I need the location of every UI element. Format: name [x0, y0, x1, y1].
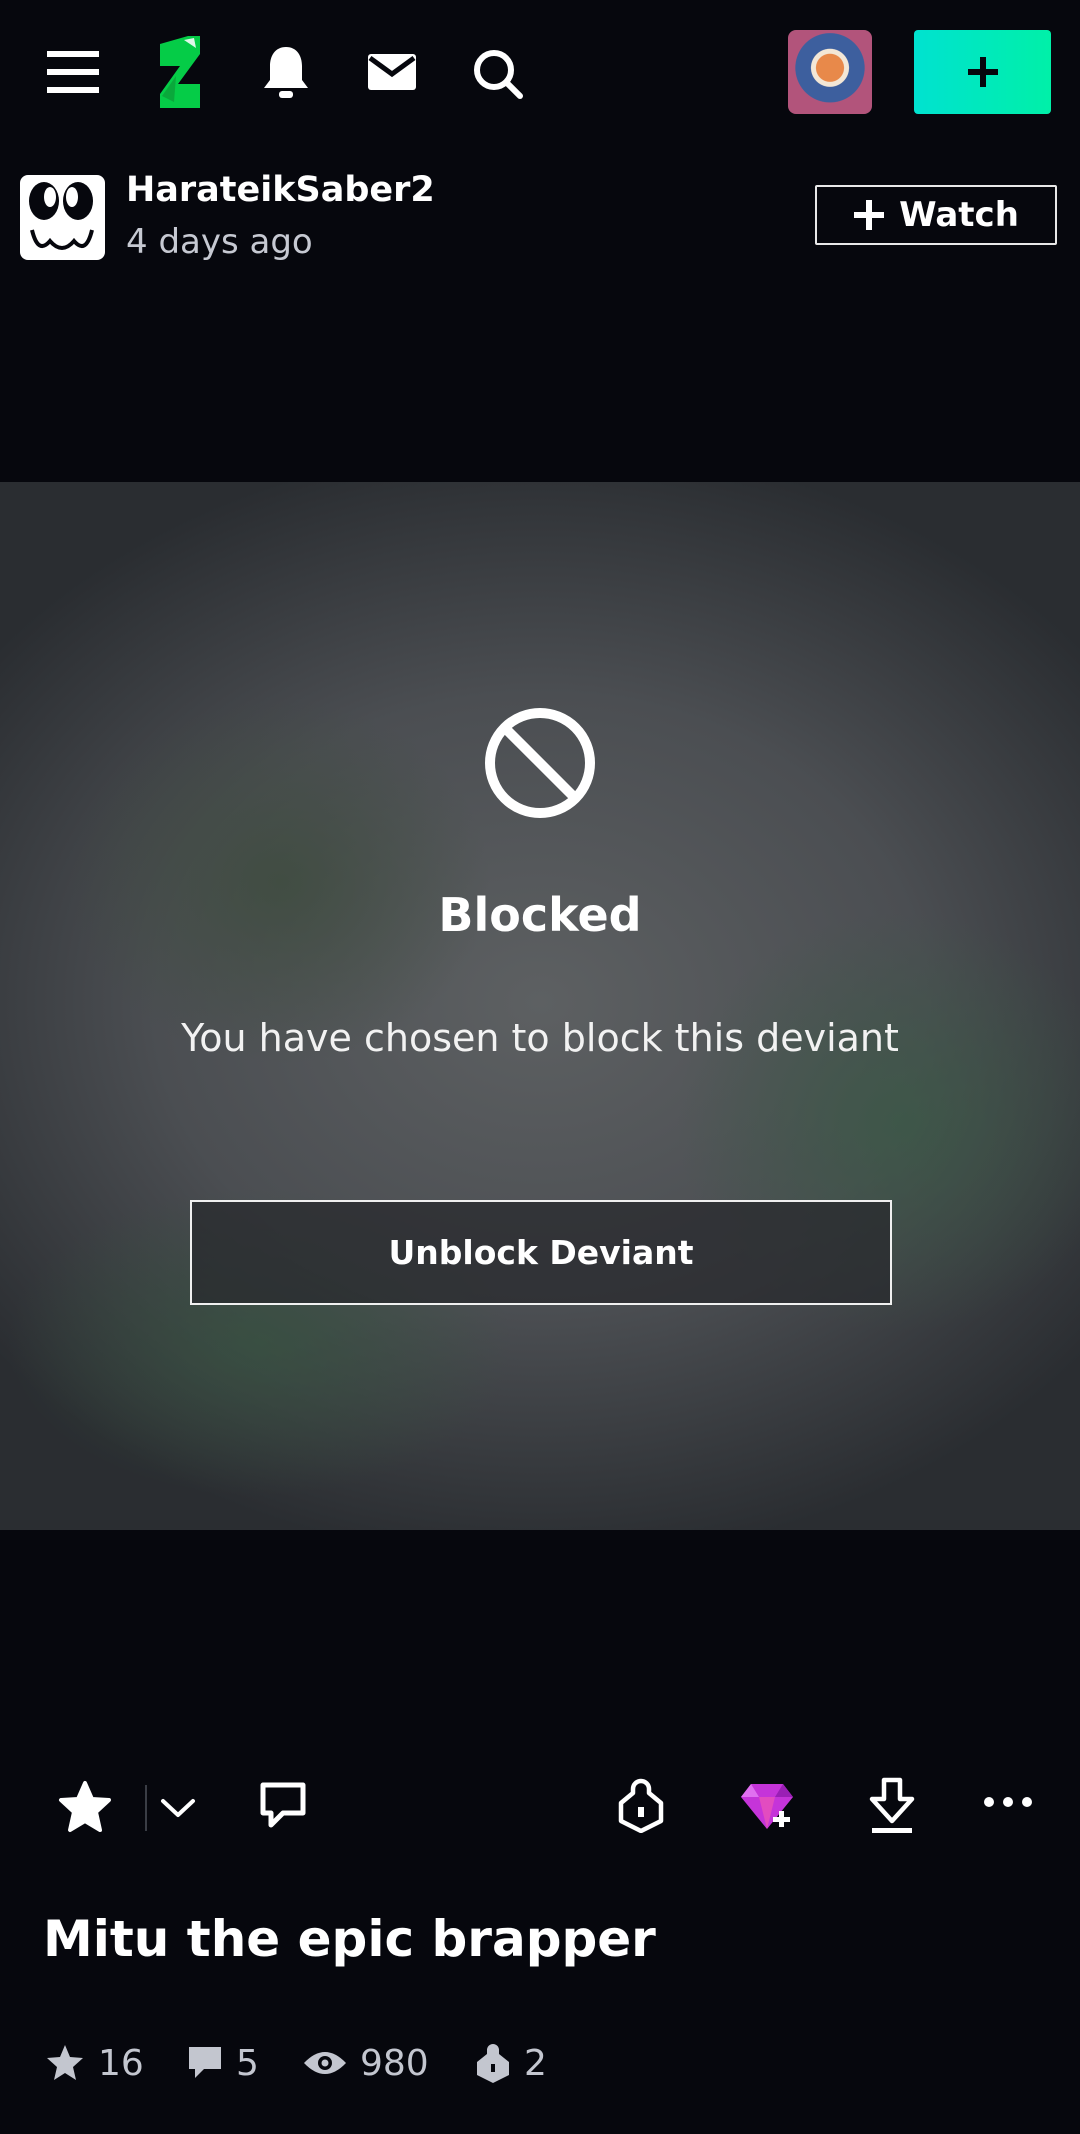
comments-stat: 5 — [186, 2038, 259, 2088]
collections-stat: 2 — [474, 2038, 547, 2088]
plus-icon — [967, 57, 998, 87]
deviantart-logo[interactable] — [150, 36, 206, 108]
views-stat: 980 — [302, 2038, 429, 2088]
favourites-stat: 16 — [44, 2038, 144, 2088]
divider — [145, 1785, 147, 1831]
comment-icon — [189, 2047, 221, 2078]
mail-icon[interactable] — [364, 46, 420, 98]
gem-icon[interactable] — [738, 1780, 796, 1832]
watch-button[interactable]: Watch — [815, 185, 1057, 245]
comment-icon[interactable] — [256, 1778, 310, 1832]
lock-badge-icon[interactable] — [614, 1776, 668, 1834]
deviation-title: Mitu the epic brapper — [43, 1910, 656, 1968]
download-icon[interactable] — [864, 1776, 920, 1836]
chevron-down-icon[interactable] — [158, 1790, 198, 1826]
comments-count: 5 — [236, 2042, 259, 2084]
post-timestamp: 4 days ago — [126, 222, 313, 262]
username[interactable]: HarateikSaber2 — [126, 168, 435, 212]
watch-label: Watch — [899, 195, 1019, 235]
star-icon — [47, 2045, 83, 2080]
collections-count: 2 — [524, 2042, 547, 2084]
blocked-title: Blocked — [438, 888, 642, 942]
eye-icon — [304, 2052, 346, 2074]
search-icon[interactable] — [468, 44, 528, 104]
plus-icon — [854, 200, 885, 230]
favourites-count: 16 — [98, 2042, 144, 2084]
blocked-icon — [483, 706, 597, 820]
user-avatar[interactable] — [20, 175, 105, 260]
more-icon[interactable] — [980, 1790, 1036, 1814]
star-icon[interactable] — [55, 1778, 115, 1836]
blocked-overlay — [0, 482, 1080, 1530]
create-button[interactable] — [914, 30, 1051, 114]
views-count: 980 — [360, 2042, 429, 2084]
profile-avatar[interactable] — [788, 30, 872, 114]
blocked-message: You have chosen to block this deviant — [181, 1016, 899, 1060]
lock-badge-icon — [477, 2044, 509, 2083]
unblock-deviant-button[interactable]: Unblock Deviant — [190, 1200, 892, 1305]
menu-icon[interactable] — [40, 42, 106, 102]
bell-icon[interactable] — [258, 40, 314, 104]
